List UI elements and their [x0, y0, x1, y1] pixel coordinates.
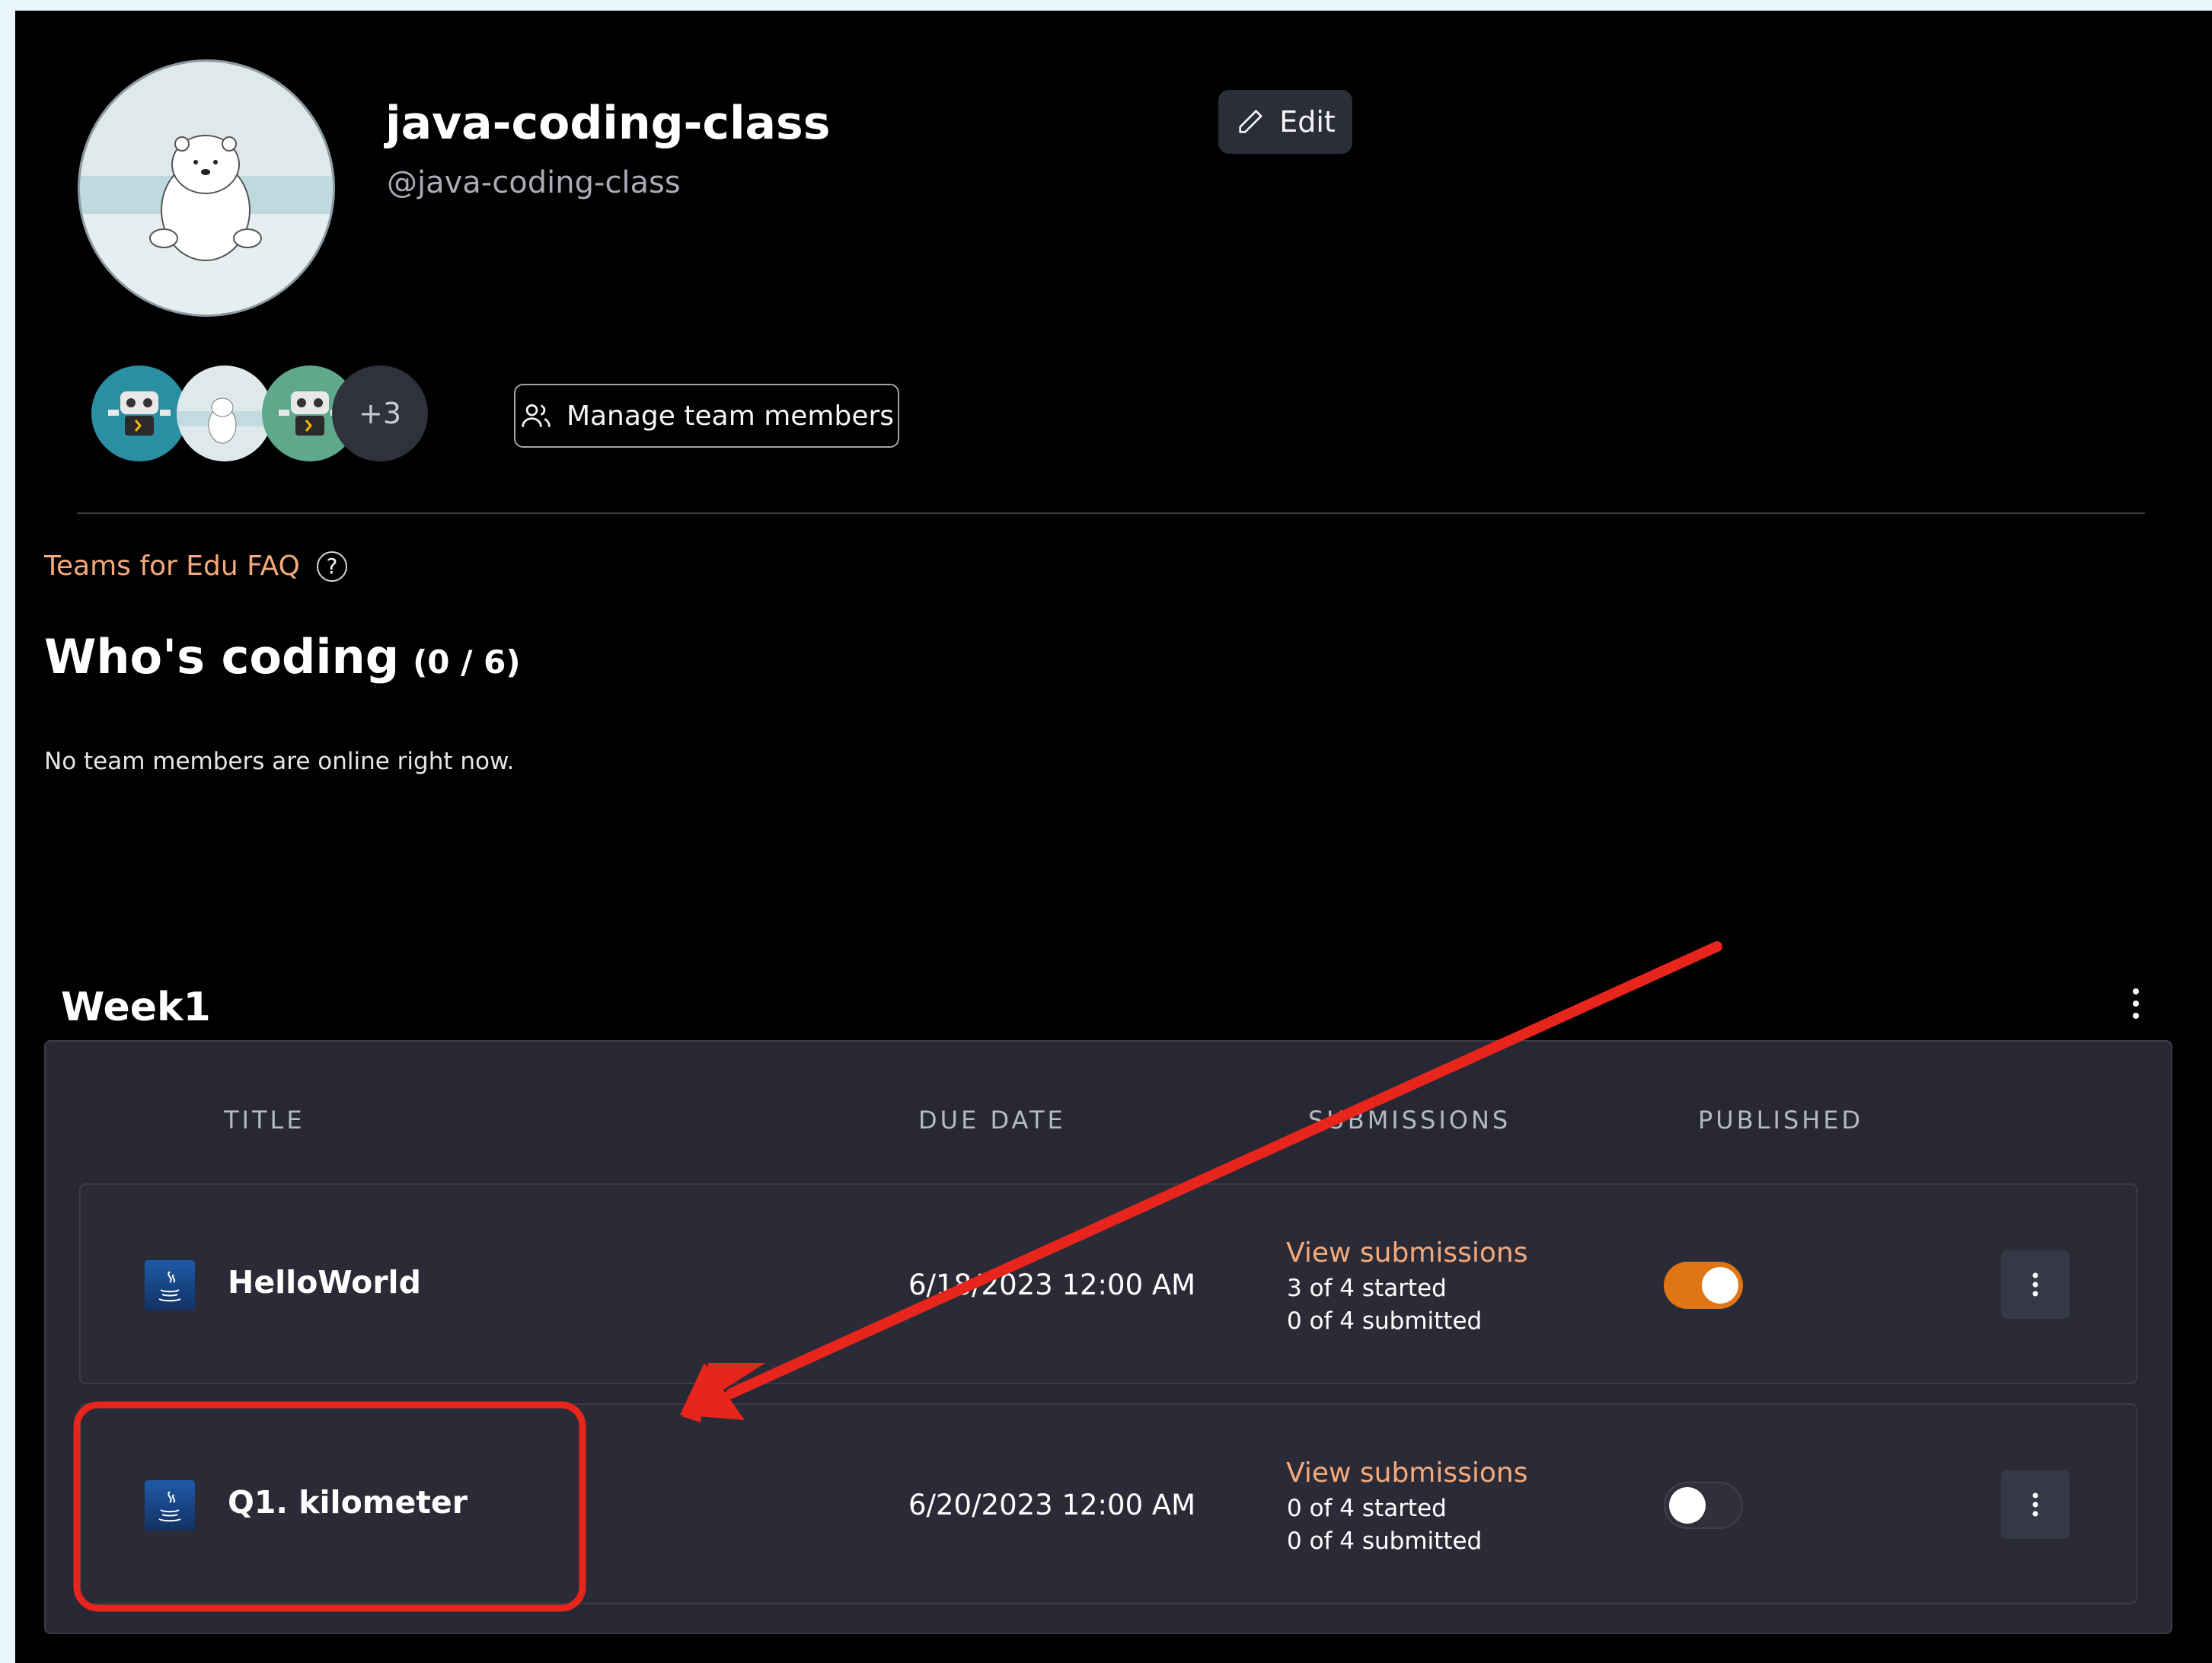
polar-bear-avatar-image — [80, 62, 333, 314]
manage-team-members-button[interactable]: Manage team members — [514, 384, 899, 448]
column-header-published: PUBLISHED — [1698, 1106, 1864, 1135]
week-more-options-icon[interactable] — [2124, 982, 2147, 1025]
team-avatar[interactable] — [78, 59, 335, 317]
due-date: 6/20/2023 12:00 AM — [908, 1489, 1196, 1521]
row-more-options-button[interactable] — [2001, 1470, 2070, 1539]
manage-team-members-label: Manage team members — [566, 400, 895, 432]
column-header-due-date: DUE DATE — [918, 1106, 1066, 1135]
java-icon — [145, 1260, 195, 1310]
java-icon — [145, 1480, 195, 1531]
view-submissions-link[interactable]: View submissions — [1286, 1240, 1527, 1267]
faq-link[interactable]: Teams for Edu FAQ ? — [44, 551, 347, 582]
assignment-title[interactable]: HelloWorld — [228, 1267, 421, 1298]
column-header-title: TITLE — [224, 1106, 305, 1135]
published-toggle[interactable] — [1664, 1482, 1743, 1529]
member-avatar-bear[interactable] — [177, 365, 273, 461]
robot-avatar-icon — [91, 365, 187, 461]
view-submissions-link[interactable]: View submissions — [1286, 1460, 1527, 1487]
row-more-options-button[interactable] — [2001, 1250, 2070, 1319]
submitted-count: 0 of 4 submitted — [1287, 1307, 1483, 1335]
team-handle: @java-coding-class — [387, 165, 681, 200]
help-icon[interactable]: ? — [316, 551, 347, 582]
edit-button[interactable]: Edit — [1218, 90, 1352, 154]
vertical-dots-icon — [2032, 1492, 2038, 1517]
vertical-dots-icon — [2032, 1272, 2038, 1297]
polar-bear-avatar-icon — [177, 365, 273, 461]
pencil-icon — [1239, 110, 1262, 133]
submitted-count: 0 of 4 submitted — [1287, 1527, 1483, 1555]
week-title: Week1 — [61, 985, 211, 1030]
team-name: java-coding-class — [385, 97, 831, 150]
toggle-knob — [1702, 1267, 1738, 1304]
started-count: 3 of 4 started — [1287, 1275, 1447, 1302]
section-divider — [77, 512, 2145, 514]
whos-coding-heading: Who's coding (0 / 6) — [44, 634, 521, 681]
toggle-knob — [1669, 1487, 1706, 1524]
edit-button-label: Edit — [1279, 105, 1336, 139]
column-header-submissions: SUBMISSIONS — [1308, 1106, 1511, 1135]
more-members-badge[interactable]: +3 — [332, 365, 428, 461]
no-members-message: No team members are online right now. — [44, 748, 515, 775]
started-count: 0 of 4 started — [1287, 1495, 1447, 1522]
whos-coding-count: (0 / 6) — [413, 643, 521, 681]
published-toggle[interactable] — [1664, 1262, 1743, 1309]
assignment-title[interactable]: Q1. kilometer — [228, 1487, 468, 1518]
member-avatar-robot-1[interactable] — [91, 365, 187, 461]
users-icon — [522, 404, 551, 427]
whos-coding-title: Who's coding — [44, 629, 400, 685]
faq-link-label[interactable]: Teams for Edu FAQ — [44, 551, 300, 582]
due-date: 6/18/2023 12:00 AM — [908, 1269, 1196, 1301]
